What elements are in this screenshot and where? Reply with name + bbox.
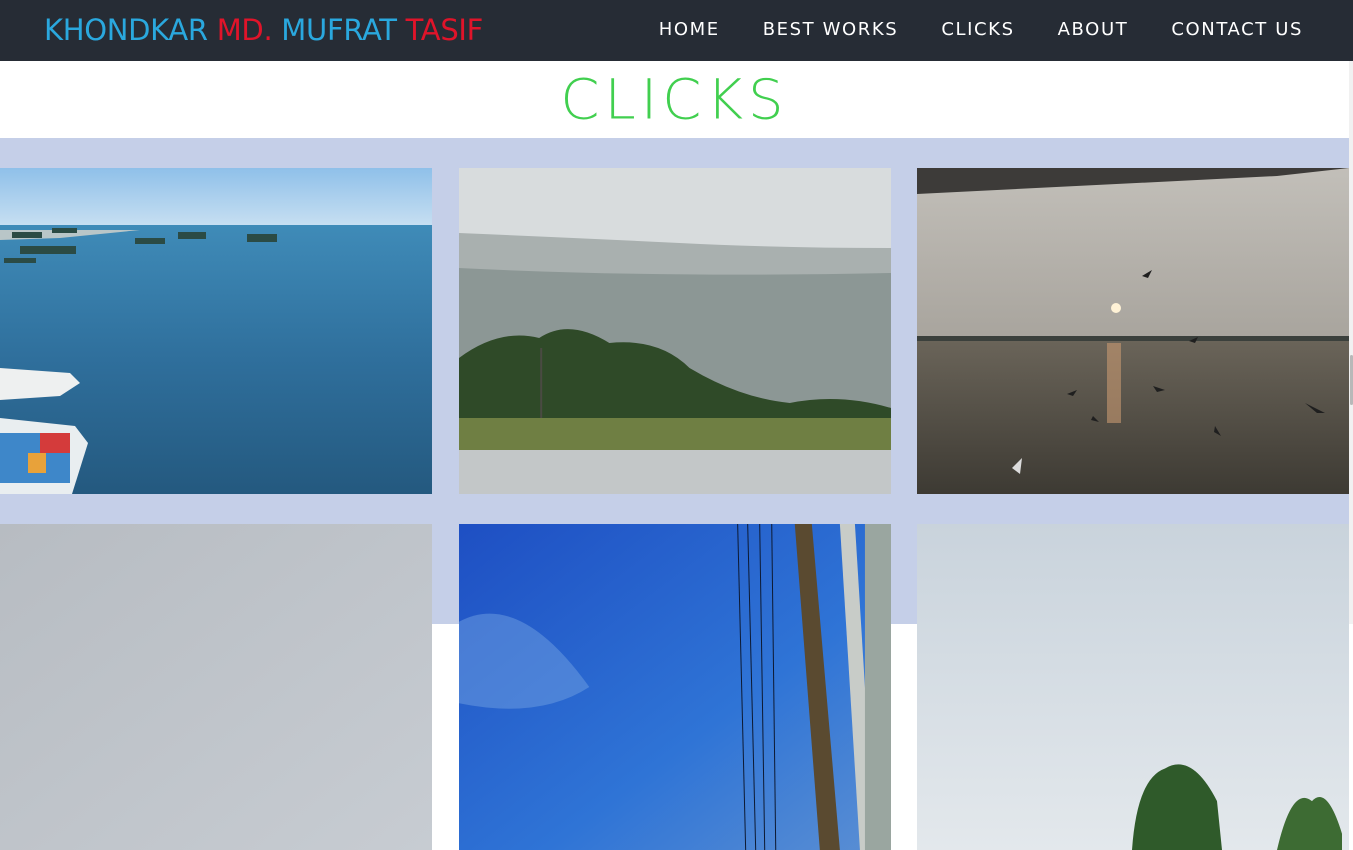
page-scrollbar[interactable] — [1349, 61, 1353, 624]
blue-sky-pole-image — [459, 524, 891, 850]
trees-cloudy-image — [917, 524, 1349, 850]
sea-boats-image — [0, 168, 432, 494]
site-brand[interactable]: KHONDKAR MD. MUFRAT TASIF — [44, 13, 483, 47]
photo-gallery — [0, 138, 1349, 850]
photo-blue-sky-pole[interactable] — [459, 524, 891, 850]
brand-part-tasif: TASIF — [405, 13, 484, 47]
brand-part-md: MD. — [216, 13, 282, 47]
main-nav: HOME BEST WORKS CLICKS ABOUT CONTACT US — [616, 18, 1303, 42]
navbar: KHONDKAR MD. MUFRAT TASIF HOME BEST WORK… — [0, 0, 1353, 61]
photo-trees-cloudy[interactable] — [917, 524, 1349, 850]
nav-item-clicks[interactable]: CLICKS — [941, 18, 1014, 42]
nav-item-best-works[interactable]: BEST WORKS — [763, 18, 899, 42]
foggy-sky-image — [0, 524, 432, 850]
title-band: CLICKS — [0, 61, 1349, 138]
photo-foggy-sky[interactable] — [0, 524, 432, 850]
nav-item-home[interactable]: HOME — [659, 18, 720, 42]
photo-sea-boats[interactable] — [0, 168, 432, 494]
nav-item-contact-us[interactable]: CONTACT US — [1171, 18, 1303, 42]
nav-item-about[interactable]: ABOUT — [1058, 18, 1129, 42]
photo-sunset-birds[interactable] — [917, 168, 1349, 494]
sunset-birds-image — [917, 168, 1349, 494]
photo-misty-hills[interactable] — [459, 168, 891, 494]
page-title: CLICKS — [560, 68, 789, 133]
brand-part-mufrat: MUFRAT — [281, 13, 406, 47]
misty-hills-image — [459, 168, 891, 494]
brand-part-khondkar: KHONDKAR — [44, 13, 217, 47]
